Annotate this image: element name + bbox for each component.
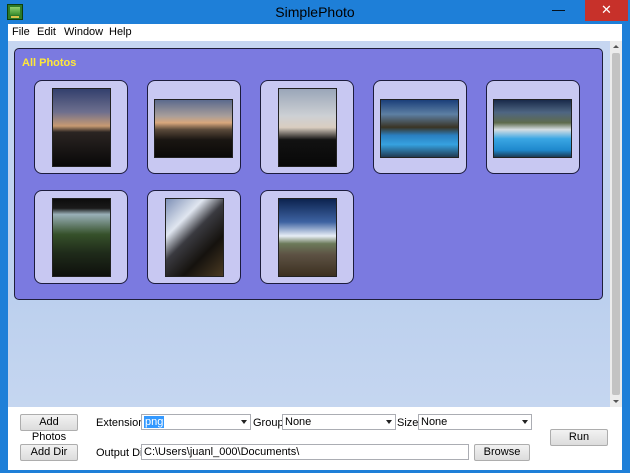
title-bar[interactable]: SimplePhoto — ✕ [0, 0, 630, 24]
photo-thumbnail[interactable] [147, 190, 241, 284]
vertical-scrollbar[interactable] [610, 41, 622, 407]
photo-thumbnail[interactable] [147, 80, 241, 174]
photo-thumbnail[interactable] [260, 80, 354, 174]
photo-image [52, 88, 111, 167]
group-value: None [285, 416, 312, 428]
scroll-down-icon[interactable] [610, 395, 622, 407]
size-value: None [421, 416, 448, 428]
photo-area: All Photos [8, 41, 610, 407]
extension-label: Extension: [96, 417, 148, 429]
run-button[interactable]: Run [550, 429, 608, 446]
chevron-down-icon [522, 420, 528, 424]
photo-image [52, 198, 111, 277]
album-panel: All Photos [14, 48, 603, 300]
size-select[interactable]: None [418, 414, 532, 430]
menu-file[interactable]: File [12, 26, 30, 38]
album-title: All Photos [22, 57, 77, 69]
photo-thumbnail[interactable] [34, 80, 128, 174]
browse-button[interactable]: Browse [474, 444, 530, 461]
add-dir-button[interactable]: Add Dir [20, 444, 78, 461]
photo-image [380, 99, 459, 158]
chevron-down-icon [241, 420, 247, 424]
menu-bar: File Edit Window Help [8, 24, 622, 41]
scroll-thumb[interactable] [612, 53, 620, 395]
client-area: File Edit Window Help All Photos Add Pho… [8, 24, 622, 470]
menu-edit[interactable]: Edit [37, 26, 56, 38]
minimize-button[interactable]: — [546, 0, 571, 21]
app-window: SimplePhoto — ✕ File Edit Window Help Al… [0, 0, 630, 473]
photo-image [154, 99, 233, 158]
photo-image [278, 88, 337, 167]
chevron-down-icon [386, 420, 392, 424]
photo-thumbnail[interactable] [260, 190, 354, 284]
photo-image [278, 198, 337, 277]
extension-select[interactable]: png [141, 414, 251, 430]
menu-window[interactable]: Window [64, 26, 103, 38]
close-button[interactable]: ✕ [585, 0, 628, 21]
photo-image [165, 198, 224, 277]
photo-thumbnail[interactable] [34, 190, 128, 284]
photo-thumbnail[interactable] [373, 80, 467, 174]
photo-image [493, 99, 572, 158]
add-photos-button[interactable]: Add Photos [20, 414, 78, 443]
extension-value: png [144, 416, 165, 428]
window-title: SimplePhoto [275, 4, 355, 20]
scroll-up-icon[interactable] [610, 41, 622, 53]
photo-thumbnail[interactable] [486, 80, 580, 174]
menu-help[interactable]: Help [109, 26, 132, 38]
group-select[interactable]: None [282, 414, 396, 430]
output-dir-field[interactable]: C:\Users\juanl_000\Documents\ [141, 444, 469, 460]
controls-panel: Add Photos Add Dir Extension: png Group:… [8, 407, 622, 470]
